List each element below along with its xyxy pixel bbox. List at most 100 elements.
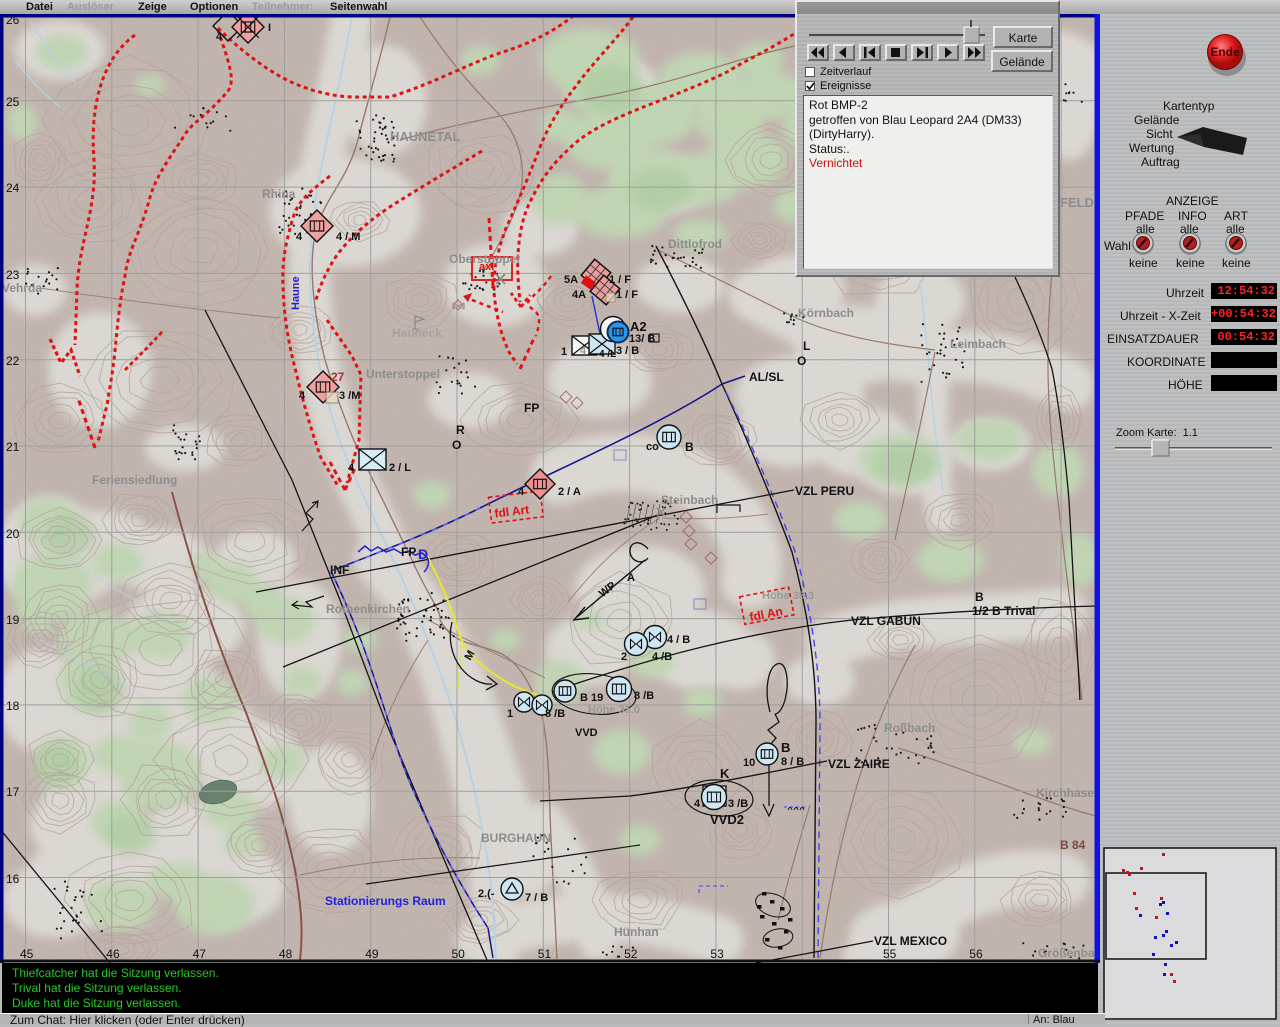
svg-text:3 / B: 3 / B xyxy=(616,345,639,357)
svg-text:8 / B: 8 / B xyxy=(781,756,804,768)
svg-text:7 / B: 7 / B xyxy=(525,892,548,904)
svg-text:4 /B: 4 /B xyxy=(652,651,672,663)
svg-text:27: 27 xyxy=(331,370,345,384)
svg-text:Dittlofrod: Dittlofrod xyxy=(668,237,722,251)
svg-text:8 /B: 8 /B xyxy=(634,690,654,702)
svg-text:D: D xyxy=(418,546,428,562)
svg-text:4: 4 xyxy=(348,462,355,474)
svg-text:4: 4 xyxy=(580,345,587,357)
svg-text:B 84: B 84 xyxy=(1060,838,1086,852)
svg-text:Rhina: Rhina xyxy=(262,187,296,201)
svg-text:K: K xyxy=(720,766,730,781)
svg-text:1 / F: 1 / F xyxy=(616,289,638,301)
svg-text:Hünhan: Hünhan xyxy=(614,925,659,939)
svg-text:10: 10 xyxy=(743,757,755,769)
svg-text:2 / A: 2 / A xyxy=(558,486,581,498)
svg-text:FP: FP xyxy=(401,545,416,559)
svg-text:22: 22 xyxy=(6,354,20,368)
svg-text:L: L xyxy=(803,339,810,353)
svg-text:4 / M: 4 / M xyxy=(336,231,360,243)
svg-text:25: 25 xyxy=(6,95,20,109)
svg-text:Haune: Haune xyxy=(290,276,302,310)
svg-text:3 /M: 3 /M xyxy=(339,390,360,402)
svg-text:Körnbach: Körnbach xyxy=(798,306,854,320)
svg-text:53: 53 xyxy=(710,947,724,961)
svg-text:51: 51 xyxy=(538,947,552,961)
svg-text:56: 56 xyxy=(969,947,983,961)
svg-text:19: 19 xyxy=(6,613,20,627)
svg-text:B: B xyxy=(975,590,984,604)
svg-text:2 / L: 2 / L xyxy=(389,462,411,474)
svg-text:20: 20 xyxy=(6,527,20,541)
svg-text:Stationierungs Raum: Stationierungs Raum xyxy=(325,894,446,908)
svg-text:13/ B: 13/ B xyxy=(629,333,655,345)
svg-text:Kirchhase: Kirchhase xyxy=(1036,786,1094,800)
svg-text:O: O xyxy=(452,438,461,452)
svg-text:Größenba: Größenba xyxy=(1038,946,1095,960)
svg-text:4: 4 xyxy=(694,798,701,810)
svg-text:Roßbach: Roßbach xyxy=(884,721,935,735)
svg-text:O: O xyxy=(797,354,806,368)
svg-text:FELD: FELD xyxy=(1060,195,1094,210)
svg-text:4: 4 xyxy=(216,31,223,43)
svg-text:Ende: Ende xyxy=(1210,45,1240,59)
svg-text:HAUNETAL: HAUNETAL xyxy=(390,129,461,144)
svg-text:BURGHAUN: BURGHAUN xyxy=(481,831,551,845)
svg-text:5A: 5A xyxy=(564,274,578,286)
svg-text:VZL ZAIRE: VZL ZAIRE xyxy=(828,757,890,771)
svg-text:VVD: VVD xyxy=(575,727,598,739)
svg-text:45: 45 xyxy=(20,947,34,961)
svg-text:B: B xyxy=(685,440,694,454)
svg-text:4 / B: 4 / B xyxy=(667,634,690,646)
svg-text:52: 52 xyxy=(624,947,638,961)
svg-text:1 / F: 1 / F xyxy=(609,274,631,286)
svg-text:24: 24 xyxy=(6,181,20,195)
svg-text:4A: 4A xyxy=(572,289,586,301)
svg-text:A: A xyxy=(627,572,635,584)
svg-text:21: 21 xyxy=(6,440,20,454)
svg-text:48: 48 xyxy=(279,947,293,961)
svg-text:Höhe 38.3: Höhe 38.3 xyxy=(762,590,814,602)
svg-text:1: 1 xyxy=(561,346,567,358)
svg-text:8 /B: 8 /B xyxy=(545,708,565,720)
svg-text:Steinbach: Steinbach xyxy=(661,493,718,507)
svg-text:Unterstoppel: Unterstoppel xyxy=(366,367,440,381)
svg-text:Hauneck: Hauneck xyxy=(392,326,442,340)
svg-text:2.(-: 2.(- xyxy=(478,888,495,900)
svg-text:B 19: B 19 xyxy=(580,692,603,704)
svg-text:4: 4 xyxy=(518,486,525,498)
svg-text:Rothenkirchen: Rothenkirchen xyxy=(326,602,410,616)
svg-text:Feriensiedlung: Feriensiedlung xyxy=(92,473,177,487)
svg-text:Vehrda: Vehrda xyxy=(2,281,42,295)
svg-text:VVD2: VVD2 xyxy=(710,812,744,827)
svg-text:VZL MEXICO: VZL MEXICO xyxy=(874,934,947,948)
svg-text:4 /L: 4 /L xyxy=(599,349,616,360)
svg-text:FP: FP xyxy=(524,401,539,415)
svg-text:17: 17 xyxy=(6,785,20,799)
svg-text:INF: INF xyxy=(330,563,349,577)
svg-text:co: co xyxy=(646,441,659,453)
svg-text:4: 4 xyxy=(299,390,306,402)
svg-text:A2: A2 xyxy=(630,319,647,334)
svg-text:16: 16 xyxy=(6,872,20,886)
svg-text:55: 55 xyxy=(883,947,897,961)
svg-text:Leimbach: Leimbach xyxy=(950,337,1006,351)
svg-text:46: 46 xyxy=(106,947,120,961)
svg-text:VZL PERU: VZL PERU xyxy=(795,484,854,498)
svg-text:50: 50 xyxy=(452,947,466,961)
svg-text:Oberstoppel: Oberstoppel xyxy=(449,252,520,266)
svg-text:47: 47 xyxy=(193,947,207,961)
svg-text:2: 2 xyxy=(621,651,627,663)
svg-text:I: I xyxy=(268,22,271,34)
svg-text:B: B xyxy=(781,740,790,755)
svg-text:Höhe 35.0: Höhe 35.0 xyxy=(588,704,640,716)
svg-text:VZL GABUN: VZL GABUN xyxy=(851,614,921,628)
svg-text:R: R xyxy=(456,423,465,437)
svg-text:AL/SL: AL/SL xyxy=(749,370,784,384)
svg-text:18: 18 xyxy=(6,699,20,713)
svg-text:4: 4 xyxy=(296,231,303,243)
svg-text:49: 49 xyxy=(365,947,379,961)
svg-text:1: 1 xyxy=(507,708,513,720)
svg-text:3 /B: 3 /B xyxy=(728,798,748,810)
svg-text:23: 23 xyxy=(6,268,20,282)
